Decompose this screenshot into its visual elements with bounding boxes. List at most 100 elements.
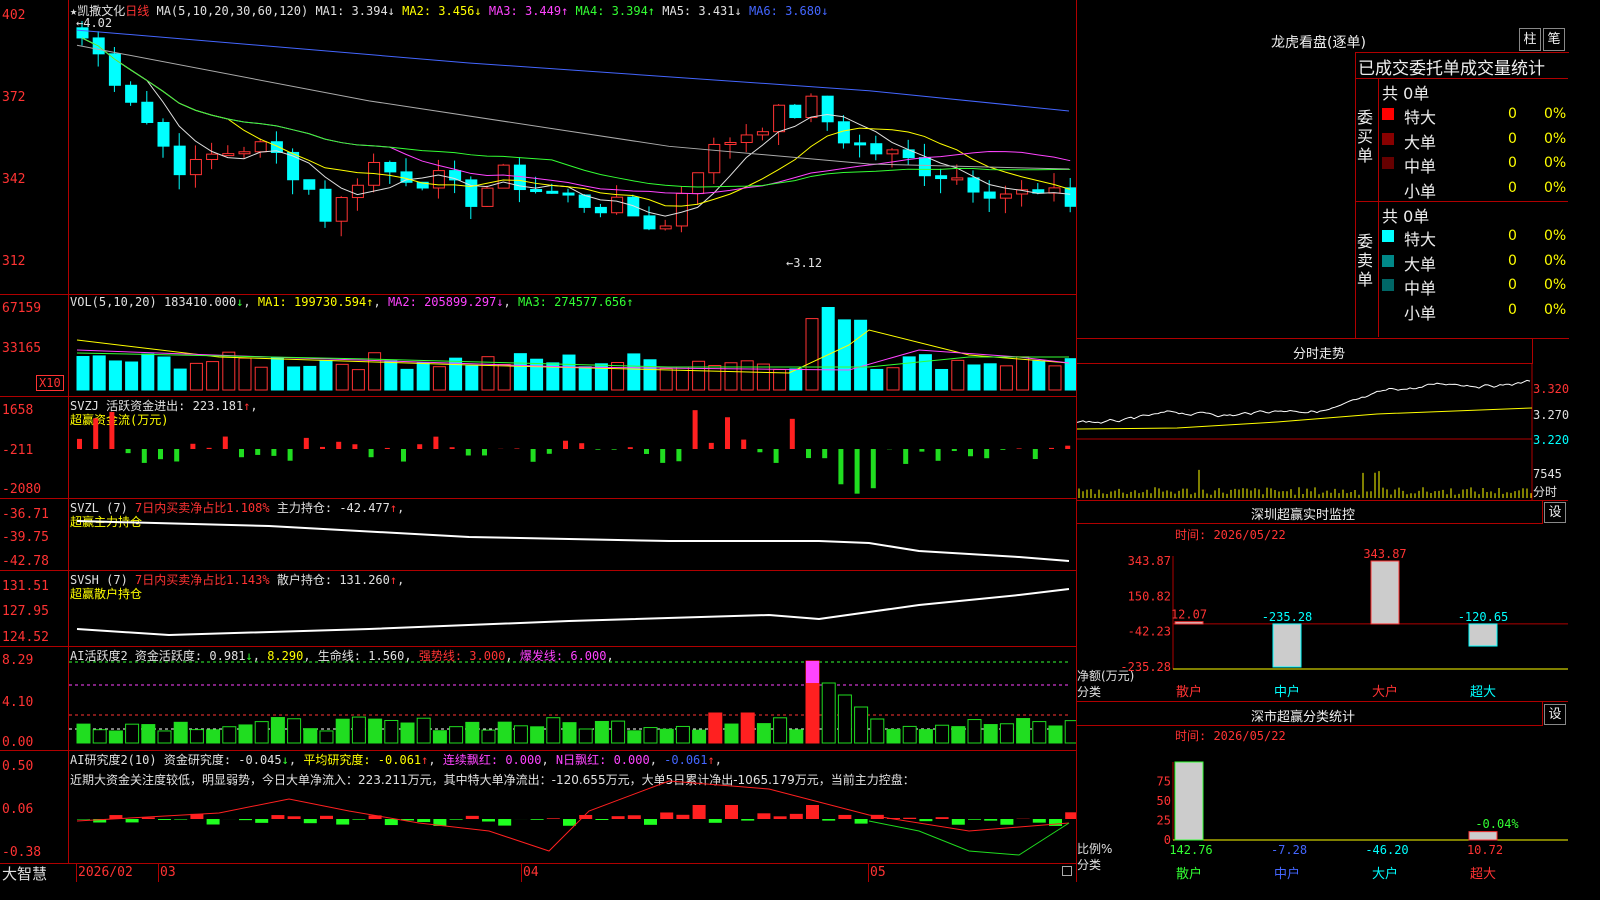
flow-bar xyxy=(482,449,487,456)
research-bar xyxy=(417,819,431,823)
sz-class-panel[interactable]: 深市超赢分类统计 设 时间: 2026/05/22 比例% 分类 75 50 25 0… xyxy=(1077,702,1568,882)
volume-bar xyxy=(157,356,171,391)
svzj-panel[interactable]: SVZJ 活跃资金进出: 223.181↑, 超赢资金流(万元) 1658 -2… xyxy=(0,397,1076,499)
volume-bar xyxy=(432,366,446,391)
flow-bar xyxy=(449,447,455,449)
flow-bar xyxy=(530,449,536,462)
class-bar xyxy=(1174,761,1204,841)
volume-bar xyxy=(173,368,187,391)
volume-bar xyxy=(821,306,835,391)
svzj-ytick: -211 xyxy=(2,443,34,458)
svzj-chart[interactable] xyxy=(69,397,1076,498)
activity-bar xyxy=(432,730,447,744)
candle-body xyxy=(611,196,624,214)
candle-body xyxy=(562,192,575,196)
ai-research-chart[interactable] xyxy=(69,751,1076,863)
candle-body xyxy=(886,149,899,155)
svsh-panel[interactable]: SVSH (7) 7日内买卖净占比1.143% 散户持仓: 131.260↑, … xyxy=(0,571,1076,647)
research-bar xyxy=(838,814,852,819)
ai-research-panel[interactable]: AI研究度2(10) 资金研究度: -0.045↓, 平均研究度: -0.061… xyxy=(0,751,1076,864)
ai2-ytick: 0.50 xyxy=(2,759,34,774)
flow-bar xyxy=(158,449,163,460)
monitor-bar xyxy=(1370,560,1400,625)
candle-body xyxy=(967,177,980,193)
flow-bar xyxy=(222,436,228,449)
research-bar xyxy=(789,813,803,819)
flow-bar xyxy=(1049,447,1054,449)
candle-body xyxy=(935,175,948,180)
activity-bar xyxy=(692,729,707,744)
minute-avg-line xyxy=(1077,407,1533,430)
ai-activity-chart[interactable] xyxy=(69,647,1076,750)
activity-bar xyxy=(270,717,285,744)
flow-bar xyxy=(741,439,747,449)
date-label: 05 xyxy=(870,865,886,880)
sell-side-label: 委卖单 xyxy=(1357,232,1374,289)
minute-vol: 7545 xyxy=(1533,467,1562,481)
volume-bar xyxy=(983,363,997,391)
activity-bar xyxy=(141,724,156,744)
sz-monitor-panel[interactable]: 深圳超赢实时监控 设 时间: 2026/05/22 净额(万元) 分类 343.… xyxy=(1077,501,1568,702)
minute-price-line xyxy=(1077,379,1531,424)
bar-mode-button[interactable]: 柱 xyxy=(1519,28,1541,51)
lock-icon[interactable] xyxy=(1062,866,1072,876)
activity-bar xyxy=(675,725,690,744)
research-bar xyxy=(627,815,641,819)
flow-bar xyxy=(692,410,698,449)
order-row: 特大 0 0% xyxy=(1380,103,1568,127)
flow-bar xyxy=(271,449,277,456)
kline-panel[interactable]: ★凯撒文化日线 MA(5,10,20,30,60,120) MA1: 3.394… xyxy=(0,0,1076,295)
candle-body xyxy=(141,101,154,123)
sz-class-chart[interactable]: 7550250142.76散户-7.28中户-46.20大户10.72超大-0.… xyxy=(1077,702,1568,882)
candle-body xyxy=(432,170,445,189)
date-tick xyxy=(76,863,77,882)
volume-panel[interactable]: VOL(5,10,20) 183410.000↓, MA1: 199730.59… xyxy=(0,295,1076,397)
volume-bar xyxy=(416,362,430,391)
divider xyxy=(1356,78,1568,79)
low-price-mark: ←3.12 xyxy=(786,256,823,270)
activity-bar xyxy=(1016,718,1031,744)
tick-mode-button[interactable]: 笔 xyxy=(1543,28,1565,51)
activity-bar xyxy=(546,717,561,744)
minute-chart[interactable] xyxy=(1077,364,1568,500)
monitor-bar xyxy=(1174,621,1204,625)
activity-bar xyxy=(351,716,366,744)
activity-bar xyxy=(465,721,480,744)
kline-ytick: 402 xyxy=(2,8,26,23)
research-bar xyxy=(951,819,965,825)
flow-bar xyxy=(806,449,811,459)
activity-bar xyxy=(918,729,933,744)
category-label: 散户 xyxy=(1176,684,1202,700)
svsh-ytick: 127.95 xyxy=(2,604,49,619)
order-row: 大单 0 0% xyxy=(1380,250,1568,274)
category-label: 超大 xyxy=(1470,867,1496,882)
flow-bar xyxy=(757,449,763,453)
flow-bar xyxy=(789,418,795,449)
ai1-ytick: 0.00 xyxy=(2,735,34,750)
candle-body xyxy=(400,171,413,183)
candlestick-chart[interactable] xyxy=(69,0,1076,294)
flow-bar xyxy=(174,449,180,462)
research-bar xyxy=(498,819,512,826)
activity-bar xyxy=(92,729,107,744)
minute-panel[interactable]: 分时走势 3.320 3.270 3.220 7545 分时 xyxy=(1077,339,1569,501)
flow-bar xyxy=(854,449,860,494)
activity-bar xyxy=(999,723,1014,744)
kline-ytick: 372 xyxy=(2,90,26,105)
color-swatch xyxy=(1382,279,1394,291)
sz-monitor-chart[interactable]: 343.87 150.82 -42.23 -235.28 12.07 散户 -235.28 中… xyxy=(1077,501,1568,701)
flow-bar xyxy=(838,449,844,485)
flow-bar xyxy=(417,444,423,449)
order-size-label: 小单 xyxy=(1404,303,1437,323)
svsh-chart[interactable] xyxy=(69,571,1076,646)
volume-bar xyxy=(287,366,301,391)
ai-activity-panel[interactable]: AI活跃度2 资金活跃度: 0.981↓, 8.290, 生命线: 1.560,… xyxy=(0,647,1076,751)
activity-bar xyxy=(513,725,528,744)
svzl-panel[interactable]: SVZL (7) 7日内买卖净占比1.108% 主力持仓: -42.477↑, … xyxy=(0,499,1076,571)
order-stats-head: 已成交委托单成交量统计 xyxy=(1358,59,1545,79)
activity-bar xyxy=(708,712,723,744)
volume-chart[interactable] xyxy=(69,295,1076,396)
svzl-chart[interactable] xyxy=(69,499,1076,570)
flow-bar xyxy=(563,440,568,449)
activity-bar xyxy=(206,729,221,744)
